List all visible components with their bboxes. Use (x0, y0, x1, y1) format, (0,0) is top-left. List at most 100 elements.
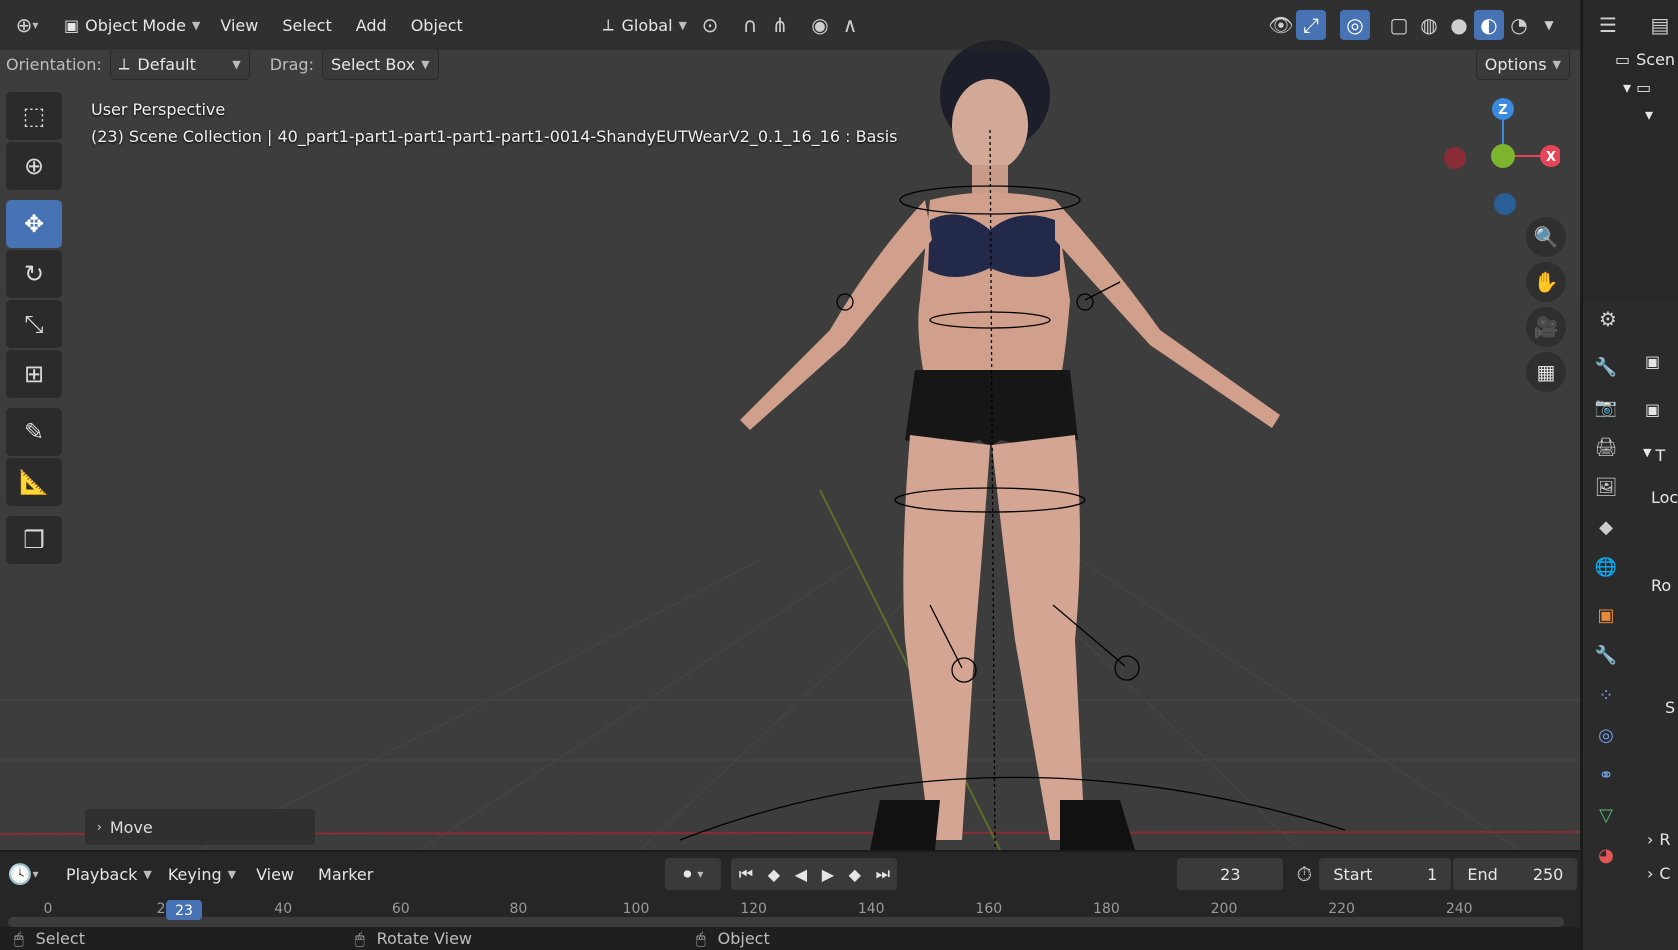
playback-menu[interactable]: Playback ▼ (58, 858, 160, 890)
editor-type-icon[interactable]: ⊕ ▾ (12, 10, 42, 40)
y-axis-handle[interactable] (1491, 144, 1515, 168)
transform-panel-header[interactable]: ▼ T (1643, 446, 1665, 465)
auto-keying-toggle[interactable]: ⏺ ▾ (665, 858, 722, 890)
select-box-tool-icon[interactable]: ⬚ (6, 92, 62, 140)
play-reverse-icon[interactable]: ◀ (795, 865, 807, 884)
transform-orientation-selector[interactable]: ⟂ Global ▼ (595, 9, 695, 41)
proportional-editing-icon[interactable]: ◉ (805, 10, 835, 40)
tool-tab-icon[interactable]: 🔧 (1591, 352, 1621, 382)
object-mode-icon: ▣ (64, 15, 80, 35)
mode-selector[interactable]: ▣ Object Mode ▼ (56, 9, 208, 41)
output-tab-icon[interactable]: 🖨 (1591, 432, 1621, 462)
snap-increment-icon[interactable]: ⋔ (765, 10, 795, 40)
drag-dropdown[interactable]: Select Box ▼ (321, 48, 439, 80)
outliner-panel[interactable]: ☰ ▤ ▭ Scen ▾ ▭ ▾ (1583, 0, 1678, 296)
annotate-tool-icon[interactable]: ✎ (6, 408, 62, 456)
render-tab-icon[interactable]: 📷 (1591, 392, 1621, 422)
outliner-scene-collection[interactable]: ▭ Scen (1615, 50, 1675, 69)
pivot-point-icon[interactable]: ⊙ (695, 10, 725, 40)
collections-label: C (1659, 864, 1671, 883)
relations-panel-header[interactable]: › R (1647, 830, 1671, 849)
scale-label: S (1665, 698, 1676, 717)
timeline-view-menu[interactable]: View (244, 858, 306, 890)
solid-shading-icon[interactable]: ● (1444, 10, 1474, 40)
rotate-tool-icon[interactable]: ↻ (6, 250, 62, 298)
add-cube-tool-icon[interactable]: ❒ (6, 516, 62, 564)
orientation-label: Orientation: (6, 54, 102, 74)
timeline-marker-menu[interactable]: Marker (306, 858, 385, 890)
play-icon[interactable]: ▶ (822, 865, 834, 884)
timeline-scrollbar[interactable] (8, 917, 1564, 927)
cursor-tool-icon[interactable]: ⊕ (6, 142, 62, 190)
camera-view-icon[interactable]: 🎥 (1526, 307, 1566, 347)
menu-object[interactable]: Object (399, 9, 475, 41)
menu-view[interactable]: View (208, 9, 270, 41)
pan-hand-icon[interactable]: ✋ (1526, 262, 1566, 302)
options-dropdown[interactable]: Options ▼ (1475, 48, 1570, 80)
particles-tab-icon[interactable]: ⁘ (1591, 680, 1621, 710)
timeline-scrubber[interactable]: 0 20 40 60 80 100 120 140 160 180 200 220 240 23 (6, 900, 1566, 928)
transform-tool-icon[interactable]: ⊞ (6, 350, 62, 398)
orientation-dropdown[interactable]: ⟂ Default ▼ (109, 48, 250, 80)
status-rotate-label: Rotate View (376, 929, 473, 948)
object-tab-icon[interactable]: ▣ (1591, 600, 1621, 630)
playback-controls: ⏮ ◆ ◀ ▶ ◆ ⏭ (731, 858, 898, 890)
data-tab-icon[interactable]: ▽ (1591, 800, 1621, 830)
outliner-editor-icon[interactable]: ☰ (1593, 10, 1623, 40)
menu-select[interactable]: Select (270, 9, 343, 41)
end-frame-field[interactable]: End 250 (1453, 858, 1578, 890)
character-mesh[interactable] (740, 40, 1280, 850)
outliner-filter-icon[interactable]: ▤ (1645, 10, 1675, 40)
show-gizmo-icon[interactable]: ⤢ (1296, 10, 1326, 40)
start-frame-field[interactable]: Start 1 (1319, 858, 1452, 890)
material-tab-icon[interactable]: ◕ (1591, 840, 1621, 870)
status-object-label: Object (717, 929, 770, 948)
zoom-icon[interactable]: 🔍 (1526, 217, 1566, 257)
expand-arrow-icon[interactable]: ▾ (1645, 105, 1653, 124)
next-keyframe-icon[interactable]: ◆ (849, 865, 861, 884)
transform-orientation-label: Global (621, 15, 673, 35)
jump-start-icon[interactable]: ⏮ (739, 864, 753, 884)
xray-icon[interactable]: ▢ (1384, 10, 1414, 40)
expand-arrow-icon[interactable]: ▾ ▭ (1623, 78, 1651, 97)
collections-panel-header[interactable]: › C (1647, 864, 1671, 883)
3d-viewport[interactable]: ⊕ ▾ ▣ Object Mode ▼ View Select Add Objec… (0, 0, 1580, 850)
rotation-label: Ro (1651, 576, 1672, 595)
properties-editor-icon[interactable]: ⚙ (1593, 304, 1623, 334)
current-frame-field[interactable]: 23 (1177, 858, 1284, 890)
world-tab-icon[interactable]: 🌐 (1591, 552, 1621, 582)
ortho-grid-icon[interactable]: ▦ (1526, 352, 1566, 392)
timeline-editor-icon[interactable]: 🕓 ▾ (8, 859, 39, 889)
overlays-icon[interactable]: ◎ (1340, 10, 1370, 40)
scene-info: (23) Scene Collection | 40_part1-part1-p… (91, 127, 898, 146)
stopwatch-icon[interactable]: ⏱ (1289, 859, 1319, 889)
material-shading-icon[interactable]: ◐ (1474, 10, 1504, 40)
properties-panel[interactable]: ⚙ 🔧 📷 🖨 🖼 ◆ 🌐 ▣ 🔧 ⁘ ◎ ⚭ ▽ ◕ ▣ ▣ ▼ T Loc R… (1583, 300, 1678, 950)
neg-x-axis-handle[interactable] (1444, 147, 1466, 169)
visibility-eye-icon[interactable]: 👁 (1266, 10, 1296, 40)
object-selector-icon[interactable]: ▣ (1645, 352, 1660, 371)
mouse-right-icon: 🖱 (696, 928, 706, 948)
object-data-icon[interactable]: ▣ (1645, 400, 1660, 419)
keying-menu[interactable]: Keying ▼ (160, 858, 244, 890)
rendered-shading-icon[interactable]: ◔ (1504, 10, 1534, 40)
constraints-tab-icon[interactable]: ⚭ (1591, 760, 1621, 790)
menu-add[interactable]: Add (344, 9, 399, 41)
wireframe-shading-icon[interactable]: ◍ (1414, 10, 1444, 40)
scene-tab-icon[interactable]: ◆ (1591, 512, 1621, 542)
measure-tool-icon[interactable]: 📐 (6, 458, 62, 506)
move-tool-icon[interactable]: ✥ (6, 200, 62, 248)
shading-options-chevron-icon[interactable]: ▼ (1534, 10, 1564, 40)
falloff-icon[interactable]: ∧ (835, 10, 865, 40)
prev-keyframe-icon[interactable]: ◆ (768, 865, 780, 884)
snap-icon[interactable]: ∩ (735, 10, 765, 40)
view-layer-tab-icon[interactable]: 🖼 (1591, 472, 1621, 502)
jump-end-icon[interactable]: ⏭ (876, 864, 890, 884)
neg-z-axis-handle[interactable] (1494, 193, 1516, 215)
physics-tab-icon[interactable]: ◎ (1591, 720, 1621, 750)
frame-tick-label: 0 (44, 901, 53, 917)
modifier-tab-icon[interactable]: 🔧 (1591, 640, 1621, 670)
scale-tool-icon[interactable]: ⤡ (6, 300, 62, 348)
last-operator-panel[interactable]: › Move (85, 809, 315, 845)
navigation-gizmo[interactable]: Z X (1430, 96, 1560, 226)
